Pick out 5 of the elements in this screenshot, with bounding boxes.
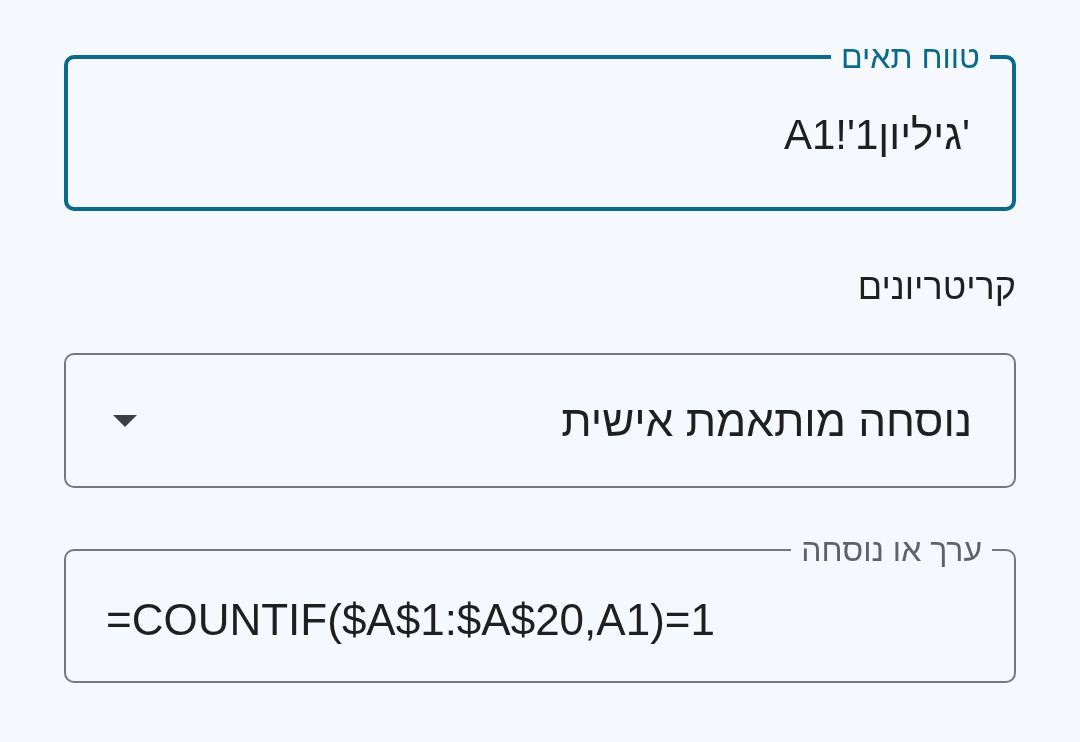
caret-icon	[113, 414, 137, 427]
field-label: טווח תאים	[839, 39, 981, 75]
criteria-label: קריטריונים	[857, 265, 1016, 309]
field-label: ערך או נוסחה	[800, 532, 983, 568]
criteria-dropdown[interactable]: נוסחה מותאמת אישית	[64, 353, 1016, 488]
